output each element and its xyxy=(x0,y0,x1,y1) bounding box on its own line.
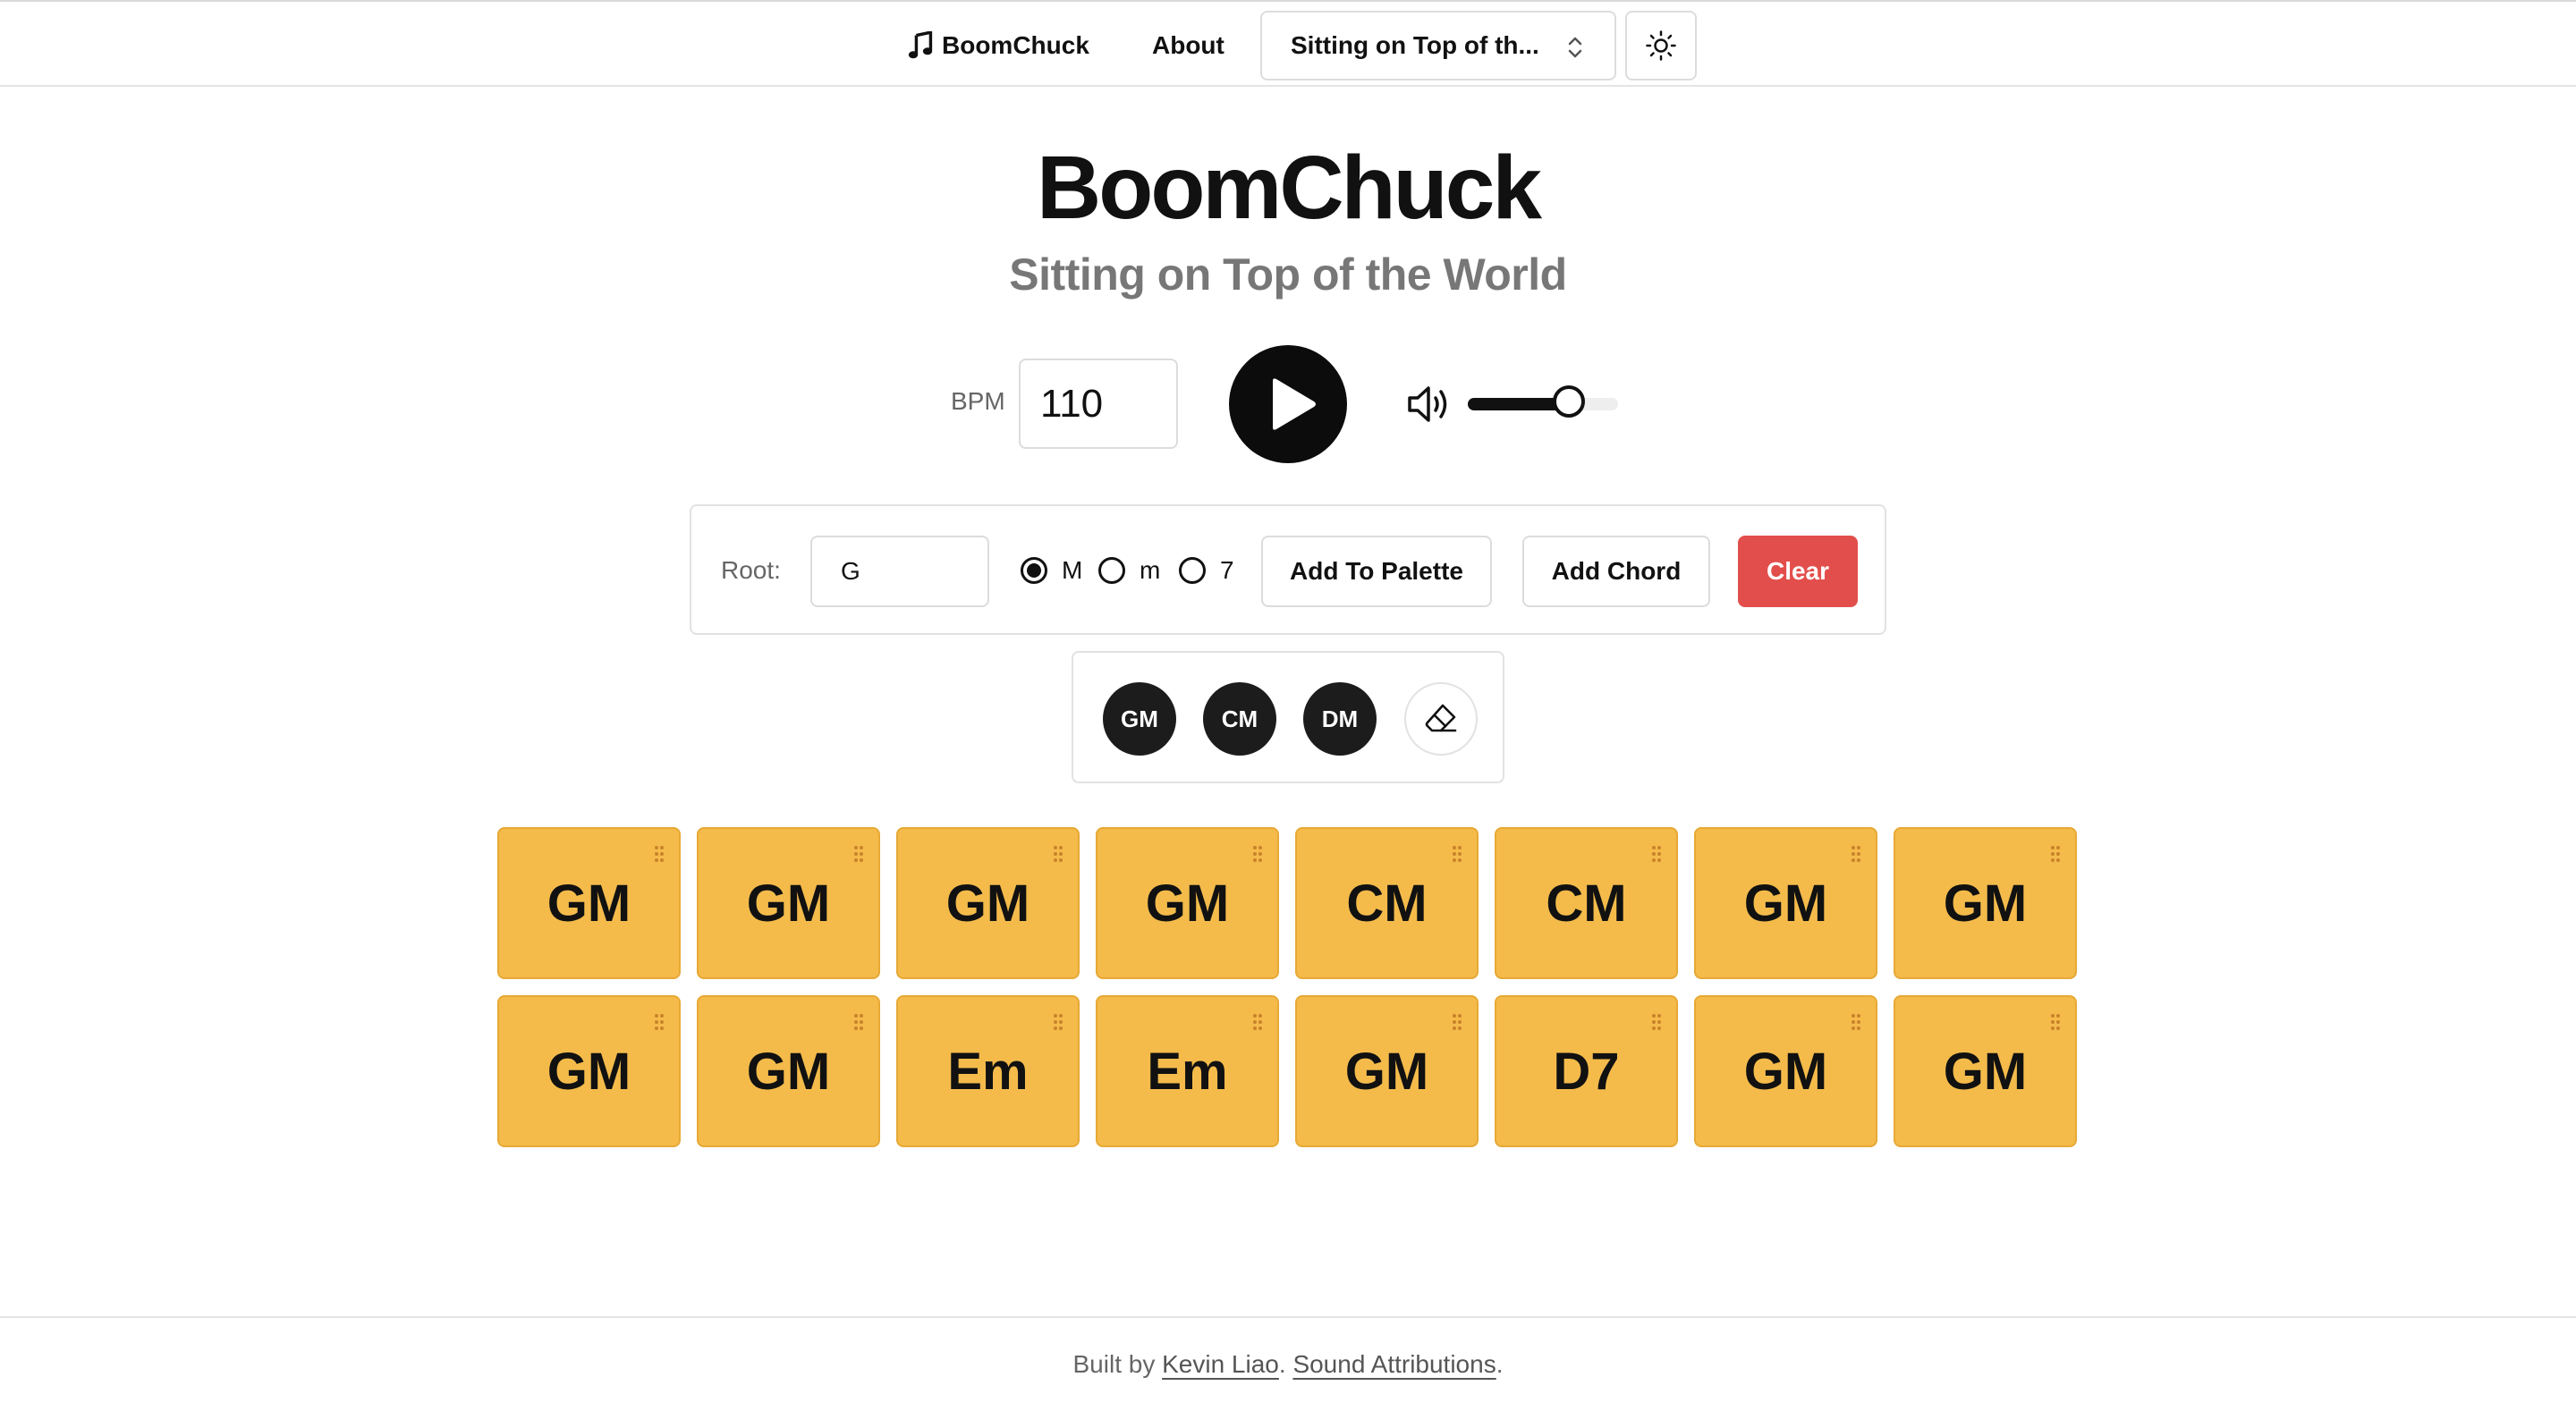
chord-cell[interactable]: D7 xyxy=(1495,995,1678,1147)
song-title: Sitting on Top of the World xyxy=(1009,249,1567,300)
add-chord-button[interactable]: Add Chord xyxy=(1522,536,1710,607)
chord-cell-label: GM xyxy=(746,1042,831,1101)
drag-handle-icon[interactable] xyxy=(654,1013,665,1031)
footer-separator: . xyxy=(1278,1350,1293,1378)
chord-cell[interactable]: GM xyxy=(1894,995,2077,1147)
palette-chord[interactable]: GM xyxy=(1103,682,1176,756)
chord-cell[interactable]: Em xyxy=(896,995,1080,1147)
eraser-button[interactable] xyxy=(1404,682,1478,756)
drag-handle-icon[interactable] xyxy=(1651,1013,1662,1031)
bpm-label: BPM xyxy=(951,387,1005,415)
brand-link[interactable]: BoomChuck xyxy=(908,29,1089,63)
quality-label: 7 xyxy=(1220,556,1234,584)
chord-cell-label: GM xyxy=(1943,1042,2028,1101)
chord-cell-label: GM xyxy=(945,874,1030,933)
author-link[interactable]: Kevin Liao xyxy=(1162,1350,1279,1379)
chord-cell[interactable]: GM xyxy=(1295,995,1479,1147)
chord-cell[interactable]: GM xyxy=(697,827,880,979)
radio-circle xyxy=(1021,557,1047,584)
chord-cell-label: GM xyxy=(1743,874,1828,933)
sound-attributions-link[interactable]: Sound Attributions xyxy=(1292,1350,1496,1379)
quality-radio-minor[interactable]: m xyxy=(1098,556,1160,585)
chord-cell[interactable]: GM xyxy=(896,827,1080,979)
radio-circle xyxy=(1179,557,1206,584)
eraser-icon xyxy=(1425,704,1457,732)
root-label: Root: xyxy=(721,556,781,584)
chord-cell-label: CM xyxy=(1346,874,1428,933)
chevron-up-down-icon xyxy=(1568,37,1582,58)
quality-radio-seventh[interactable]: 7 xyxy=(1179,556,1234,585)
drag-handle-icon[interactable] xyxy=(1252,845,1263,863)
brand-label: BoomChuck xyxy=(942,31,1089,59)
about-link[interactable]: About xyxy=(1152,29,1224,63)
theme-toggle-button[interactable] xyxy=(1625,11,1697,80)
chord-cell[interactable]: GM xyxy=(697,995,880,1147)
drag-handle-icon[interactable] xyxy=(1851,1013,1861,1031)
song-select[interactable]: Sitting on Top of th... xyxy=(1260,11,1616,80)
chord-cell-label: GM xyxy=(1344,1042,1429,1101)
music-note-icon xyxy=(908,31,933,59)
radio-selected-dot xyxy=(1027,563,1041,578)
chord-cell[interactable]: GM xyxy=(1096,827,1279,979)
root-input[interactable] xyxy=(810,536,989,607)
drag-handle-icon[interactable] xyxy=(853,1013,864,1031)
play-icon xyxy=(1273,378,1316,430)
chord-cell-label: Em xyxy=(1147,1042,1228,1101)
page-title: BoomChuck xyxy=(1037,138,1542,238)
drag-handle-icon[interactable] xyxy=(2050,845,2061,863)
chord-cell[interactable]: GM xyxy=(497,827,681,979)
quality-label: m xyxy=(1140,556,1161,584)
drag-handle-icon[interactable] xyxy=(1651,845,1662,863)
chord-cell-label: GM xyxy=(1943,874,2028,933)
chord-cell[interactable]: CM xyxy=(1295,827,1479,979)
chord-cell-label: GM xyxy=(1145,874,1230,933)
chord-cell[interactable]: CM xyxy=(1495,827,1678,979)
chord-palette: GM CM DM xyxy=(1072,651,1504,783)
add-to-palette-button[interactable]: Add To Palette xyxy=(1261,536,1492,607)
drag-handle-icon[interactable] xyxy=(1851,845,1861,863)
chord-cell-label: GM xyxy=(746,874,831,933)
chord-cell-label: CM xyxy=(1546,874,1627,933)
footer: Built by Kevin Liao . Sound Attributions… xyxy=(0,1316,2576,1411)
play-button[interactable] xyxy=(1229,345,1347,463)
chord-cell[interactable]: GM xyxy=(1694,827,1877,979)
volume-thumb[interactable] xyxy=(1552,385,1585,418)
chord-cell-label: GM xyxy=(547,1042,631,1101)
footer-suffix: . xyxy=(1496,1350,1504,1378)
chord-cell-label: D7 xyxy=(1553,1042,1620,1101)
drag-handle-icon[interactable] xyxy=(2050,1013,2061,1031)
radio-circle xyxy=(1098,557,1125,584)
quality-label: M xyxy=(1062,556,1083,584)
chord-grid: GM GM GM GM CM CM GM GM GM GM Em Em GM D7 GM GM xyxy=(497,827,2080,1149)
drag-handle-icon[interactable] xyxy=(853,845,864,863)
clear-button[interactable]: Clear xyxy=(1738,536,1858,607)
chord-cell[interactable]: GM xyxy=(497,995,681,1147)
song-select-value: Sitting on Top of th... xyxy=(1291,31,1539,59)
drag-handle-icon[interactable] xyxy=(1053,1013,1063,1031)
chord-cell-label: GM xyxy=(1743,1042,1828,1101)
drag-handle-icon[interactable] xyxy=(1053,845,1063,863)
volume-icon[interactable] xyxy=(1406,383,1453,426)
chord-cell-label: GM xyxy=(547,874,631,933)
chord-cell[interactable]: GM xyxy=(1694,995,1877,1147)
sun-icon xyxy=(1646,30,1676,61)
quality-radio-major[interactable]: M xyxy=(1021,556,1082,585)
drag-handle-icon[interactable] xyxy=(1452,1013,1462,1031)
footer-prefix: Built by xyxy=(1072,1350,1163,1378)
top-nav: BoomChuck About Sitting on Top of th... xyxy=(0,0,2576,87)
chord-builder: Root: M m 7 Add To Palette Add Chord Cle… xyxy=(690,504,1886,635)
drag-handle-icon[interactable] xyxy=(1252,1013,1263,1031)
chord-cell[interactable]: GM xyxy=(1894,827,2077,979)
chord-cell[interactable]: Em xyxy=(1096,995,1279,1147)
drag-handle-icon[interactable] xyxy=(1452,845,1462,863)
palette-chord[interactable]: DM xyxy=(1303,682,1377,756)
volume-slider[interactable] xyxy=(1468,385,1618,418)
bpm-input[interactable] xyxy=(1019,359,1178,449)
drag-handle-icon[interactable] xyxy=(654,845,665,863)
palette-chord[interactable]: CM xyxy=(1203,682,1276,756)
chord-cell-label: Em xyxy=(947,1042,1029,1101)
